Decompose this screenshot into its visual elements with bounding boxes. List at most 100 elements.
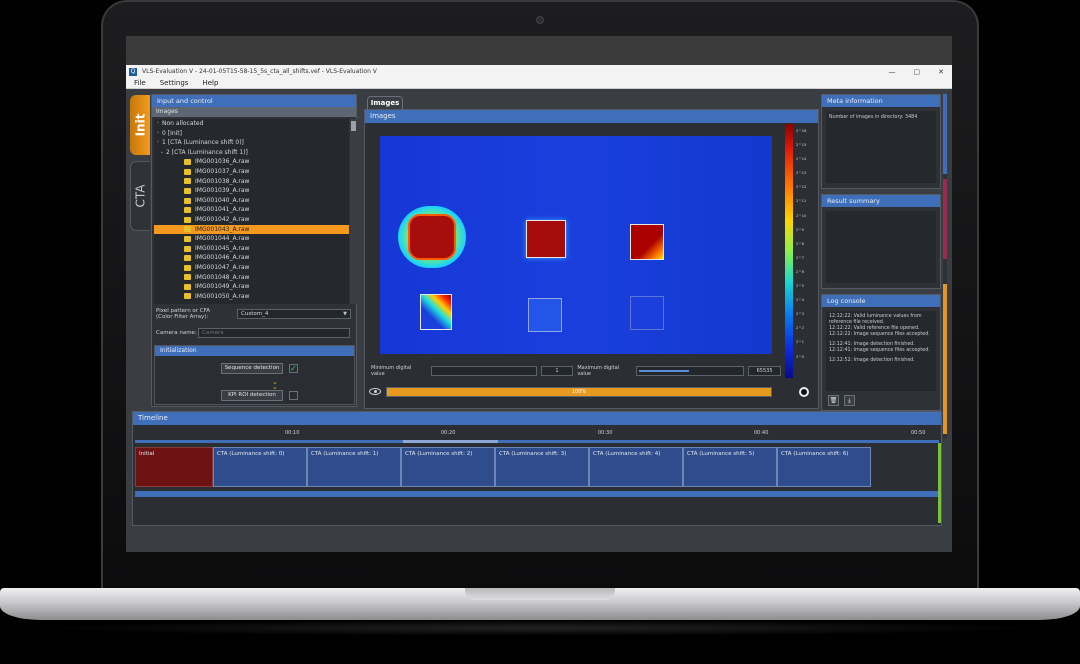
timeline-segment-cta[interactable]: CTA (Luminance shift: 5) [683,447,777,487]
image-file-icon [184,226,191,233]
chevron-icon[interactable]: › [154,138,162,148]
log-line: 12:12:52: Image detection finished. [829,358,915,363]
webcam [536,16,544,24]
colorbar-tick-label: 2^7 [796,254,805,260]
menu-file[interactable]: File [134,79,146,87]
chevron-down-icon: ▼ [343,311,347,317]
chevron-icon[interactable]: ⌄ [158,148,166,158]
tree-group-item[interactable]: › Non allocated [154,119,349,129]
tick-label: 00:30 [598,430,613,436]
clear-log-icon[interactable]: 🗑 [828,395,839,406]
tree-group-item[interactable]: › 0 [Init] [154,129,349,139]
sequence-detection-checkbox[interactable]: ✓ [289,364,298,373]
tab-images[interactable]: Images [367,96,403,109]
image-file-item[interactable]: IMG001043_A.raw [154,224,349,235]
kpi-roi-detection-button[interactable]: KPI ROI detection [221,390,283,401]
image-file-item[interactable]: IMG001045_A.raw [154,244,349,254]
tree-item-label: IMG001040_A.raw [195,196,250,204]
timeline-scrollbar[interactable] [135,491,939,497]
max-value-label: Maximum digital value [577,365,620,377]
image-file-icon [184,255,191,262]
input-control-title: Input and control [152,95,356,107]
timeline-segment-cta[interactable]: CTA (Luminance shift: 0) [213,447,307,487]
min-value-track[interactable] [430,366,537,376]
tree-item-label: IMG001045_A.raw [195,244,250,252]
chevron-icon[interactable]: › [154,119,162,129]
pixel-pattern-value: Custom_4 [241,311,269,317]
max-value-field[interactable]: 65535 [748,366,781,376]
menu-bar: File Settings Help [126,78,952,89]
images-panel: Images 2^16 2^15 2^14 2^13 2^12 2^11 2^10 2^9 2^… [364,109,819,409]
timeline-segment-initial[interactable]: Initial [135,447,213,487]
max-value-slider-fill [639,370,690,372]
chevron-icon[interactable]: › [154,129,162,139]
eye-icon[interactable] [369,388,381,395]
pixel-pattern-label-line2: (Color Filter Array): [156,314,209,320]
right-scrollbar[interactable] [943,94,947,439]
image-file-item[interactable]: IMG001044_A.raw [154,234,349,244]
image-file-item[interactable]: IMG001046_A.raw [154,253,349,263]
scroll-seg-orange [943,284,947,434]
tree-group-item[interactable]: ⌄ 2 [CTA (Luminance shift 1)] [154,148,349,158]
colorbar-tick-label: 2^16 [796,128,807,133]
pixel-pattern-label: Pixel pattern or CFA (Color Filter Array… [156,308,210,320]
timeline-segment-cta[interactable]: CTA (Luminance shift: 4) [589,447,683,487]
max-value-track[interactable] [636,366,745,376]
tree-scroll-thumb[interactable] [351,121,356,131]
image-file-item[interactable]: IMG001039_A.raw [154,186,349,196]
heatmap-image[interactable] [380,136,772,354]
timeline-segment-cta[interactable]: CTA (Luminance shift: 6) [777,447,871,487]
download-log-icon[interactable]: ⤓ [844,395,855,406]
colorbar-tick-label: 2^10 [796,212,807,218]
result-summary-content [826,211,936,283]
image-file-item[interactable]: IMG001041_A.raw [154,205,349,215]
camera-name-input[interactable] [198,328,350,338]
title-bar: Q VLS-Evaluation V - 24-01-05T15-58-15_5… [126,65,952,78]
tree-item-label: IMG001037_A.raw [195,167,250,175]
image-file-item[interactable]: IMG001047_A.raw [154,263,349,273]
side-tab-init[interactable]: Init [130,95,150,155]
tree-item-label: IMG001046_A.raw [195,254,250,262]
image-file-icon [184,178,191,185]
image-file-icon [184,216,191,223]
menu-help[interactable]: Help [202,79,218,87]
input-control-panel: Input and control Images › Non allocated ›… [151,94,357,407]
tick-label: 00:40 [754,430,769,436]
kpi-roi-detection-checkbox[interactable] [289,391,298,400]
image-file-item[interactable]: IMG001049_A.raw [154,282,349,292]
side-tab-init-label: Init [133,113,148,137]
close-icon[interactable]: ✕ [938,68,944,76]
menu-settings[interactable]: Settings [160,79,189,87]
timeline-scrubber-thumb[interactable] [403,440,498,443]
minimize-icon[interactable]: — [889,68,896,76]
image-file-icon [184,197,191,204]
image-file-item[interactable]: IMG001036_A.raw [154,157,349,167]
min-value-field[interactable]: 1 [540,366,574,376]
sequence-detection-button[interactable]: Sequence detection [221,363,283,374]
image-file-item[interactable]: IMG001050_A.raw [154,292,349,302]
image-file-item[interactable]: IMG001042_A.raw [154,215,349,225]
pixel-pattern-select[interactable]: Custom_4 ▼ [237,309,351,319]
side-tab-cta[interactable]: CTA [130,161,150,231]
result-summary-panel: Result summary [821,194,941,289]
image-file-icon [184,293,191,300]
target-patch-6 [630,296,664,330]
maximize-icon[interactable]: ▢ [914,68,921,76]
timeline-segment-cta[interactable]: CTA (Luminance shift: 1) [307,447,401,487]
image-file-icon [184,168,191,175]
image-file-item[interactable]: IMG001048_A.raw [154,273,349,283]
tree-scrollbar[interactable] [350,119,357,304]
tree-group-item[interactable]: › 1 [CTA (Luminance shift 0)] [154,138,349,148]
window-title: VLS-Evaluation V - 24-01-05T15-58-15_5s_… [142,68,377,75]
log-console-content: 12:12:22: Valid luminance values from ref… [826,311,936,391]
record-stop-icon[interactable] [799,387,809,397]
timeline-segment-cta[interactable]: CTA (Luminance shift: 2) [401,447,495,487]
digital-value-range: Minimum digital value 1 Maximum digital … [365,364,781,378]
image-file-item[interactable]: IMG001037_A.raw [154,167,349,177]
image-file-item[interactable]: IMG001038_A.raw [154,177,349,187]
timeline-segment-cta[interactable]: CTA (Luminance shift: 3) [495,447,589,487]
timeline-scrubber[interactable] [135,440,939,443]
image-file-item[interactable]: IMG001040_A.raw [154,196,349,206]
tree-item-label: IMG001044_A.raw [195,235,250,243]
result-summary-title: Result summary [822,195,940,207]
